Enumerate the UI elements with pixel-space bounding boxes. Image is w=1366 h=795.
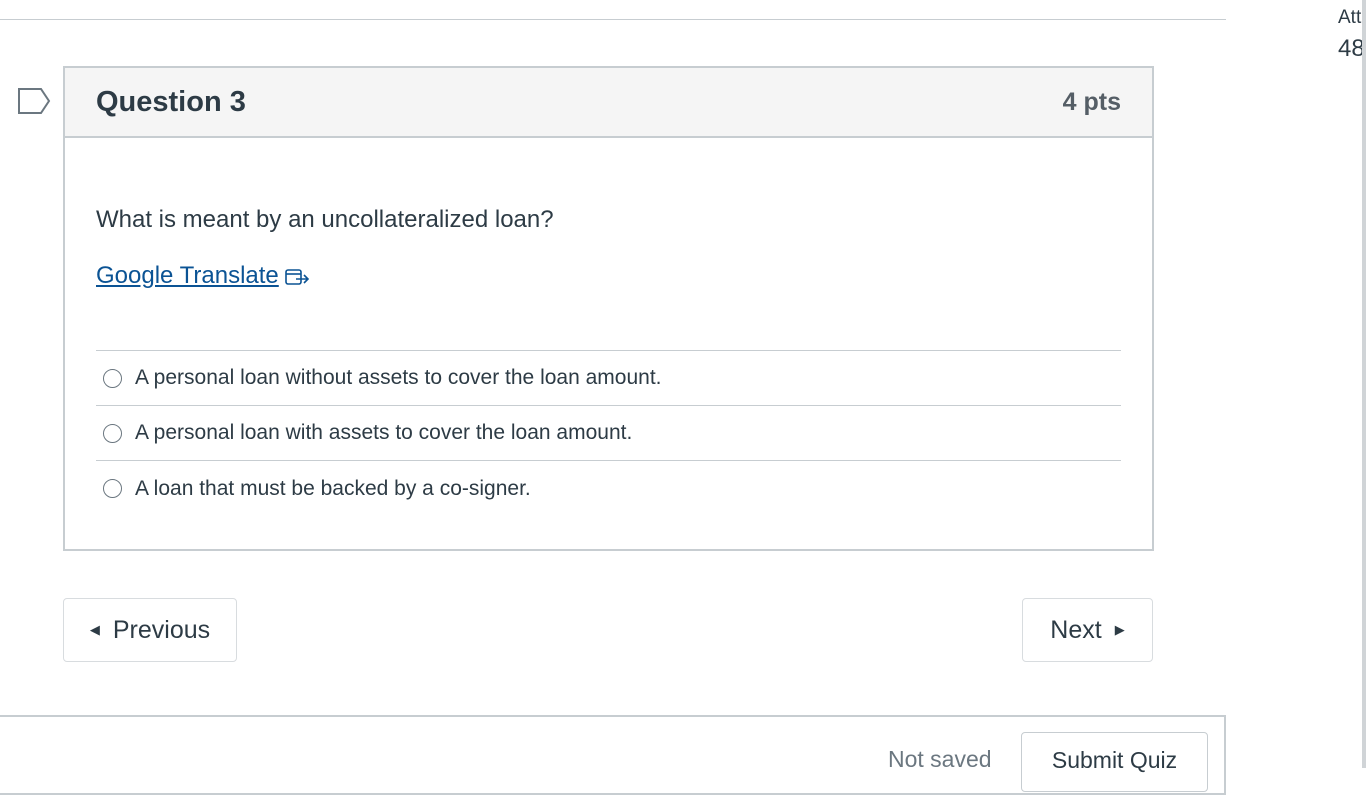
question-header: Question 3 4 pts [65, 68, 1152, 138]
save-status: Not saved [888, 746, 992, 772]
answer-radio-1[interactable] [103, 368, 122, 388]
next-button[interactable]: Next ▶ [1022, 598, 1153, 662]
answer-radio-3[interactable] [103, 479, 122, 498]
question-body: What is meant by an uncollateralized loa… [65, 205, 1152, 516]
answer-label-3: A loan that must be backed by a co-signe… [135, 476, 531, 500]
triangle-left-icon: ◀ [89, 622, 100, 637]
answer-radio-2[interactable] [103, 423, 122, 443]
question-points: 4 pts [1062, 87, 1121, 116]
previous-label: Previous [112, 615, 211, 644]
scrollbar[interactable] [1362, 0, 1366, 768]
answer-label-2: A personal loan with assets to cover the… [135, 421, 633, 444]
answer-list: A personal loan without assets to cover … [96, 350, 1121, 516]
question-text: What is meant by an uncollateralized loa… [96, 206, 554, 233]
answer-option-1[interactable]: A personal loan without assets to cover … [96, 351, 1121, 406]
answer-option-3[interactable]: A loan that must be backed by a co-signe… [96, 461, 1121, 516]
google-translate-link[interactable]: Google Translate [96, 262, 311, 290]
triangle-right-icon: ▶ [1114, 622, 1125, 637]
question-title: Question 3 [96, 85, 246, 118]
question-card: Question 3 4 pts What is meant by an unc… [63, 66, 1154, 551]
google-translate-label: Google Translate [96, 262, 279, 289]
external-link-icon [284, 269, 309, 285]
answer-option-2[interactable]: A personal loan with assets to cover the… [96, 406, 1121, 461]
previous-button[interactable]: ◀ Previous [63, 598, 237, 662]
next-label: Next [1050, 615, 1102, 644]
flag-question-icon[interactable] [17, 87, 51, 115]
top-divider [0, 19, 1226, 20]
answer-label-1: A personal loan without assets to cover … [135, 366, 662, 389]
submit-quiz-button[interactable]: Submit Quiz [1021, 732, 1208, 792]
